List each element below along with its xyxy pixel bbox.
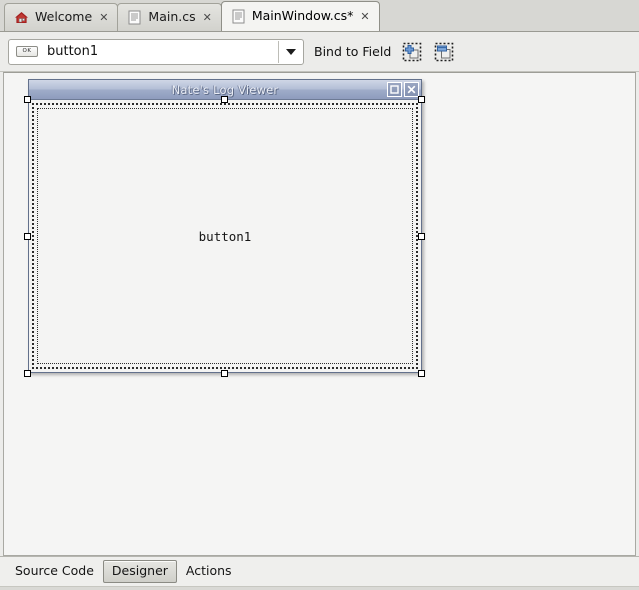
document-tab-strip: Welcome ✕ Main.cs ✕ MainWindow.cs* ✕ bbox=[0, 0, 639, 32]
tab-mainwindow-cs[interactable]: MainWindow.cs* ✕ bbox=[220, 1, 380, 31]
tab-actions[interactable]: Actions bbox=[177, 560, 241, 583]
designer-window: Welcome ✕ Main.cs ✕ MainWindow.cs* ✕ OK … bbox=[0, 0, 639, 590]
form-title: Nate's Log Viewer bbox=[171, 82, 279, 97]
form-preview[interactable]: Nate's Log Viewer button1 bbox=[28, 79, 422, 373]
home-icon bbox=[14, 10, 29, 25]
resize-handle-bottom-right[interactable] bbox=[418, 370, 425, 377]
designer-toolbar: OK button1 Bind to Field bbox=[0, 32, 639, 72]
resize-handle-top-center[interactable] bbox=[221, 96, 228, 103]
resize-handle-top-right[interactable] bbox=[418, 96, 425, 103]
tab-label: MainWindow.cs* bbox=[251, 8, 354, 24]
resize-handle-middle-right[interactable] bbox=[418, 233, 425, 240]
widget-selector-combobox[interactable]: OK button1 bbox=[8, 38, 304, 65]
chevron-down-icon[interactable] bbox=[279, 40, 303, 64]
view-mode-tabs: Source Code Designer Actions bbox=[0, 556, 639, 586]
tab-designer[interactable]: Designer bbox=[102, 560, 177, 583]
resize-handle-bottom-center[interactable] bbox=[221, 370, 228, 377]
window-bottom-edge bbox=[0, 586, 639, 590]
tab-main-cs[interactable]: Main.cs ✕ bbox=[117, 3, 222, 31]
maximize-icon[interactable] bbox=[387, 82, 402, 97]
tab-close-icon[interactable]: ✕ bbox=[98, 12, 109, 23]
document-icon bbox=[231, 9, 246, 24]
add-field-icon[interactable] bbox=[401, 41, 423, 63]
form-titlebar-buttons bbox=[387, 82, 419, 97]
tab-source-code[interactable]: Source Code bbox=[6, 560, 103, 583]
resize-handle-top-left[interactable] bbox=[24, 96, 31, 103]
tab-close-icon[interactable]: ✕ bbox=[202, 12, 213, 23]
resize-handle-middle-left[interactable] bbox=[24, 233, 31, 240]
close-icon[interactable] bbox=[404, 82, 419, 97]
resize-handle-bottom-left[interactable] bbox=[24, 370, 31, 377]
button-widget-icon: OK bbox=[16, 46, 38, 57]
remove-field-icon[interactable] bbox=[433, 41, 455, 63]
selected-form-container[interactable]: Nate's Log Viewer button1 bbox=[22, 79, 428, 379]
tab-welcome[interactable]: Welcome ✕ bbox=[4, 3, 119, 31]
widget-selector-value: button1 bbox=[47, 44, 99, 59]
document-icon bbox=[127, 10, 142, 25]
designer-canvas[interactable]: Nate's Log Viewer button1 bbox=[3, 72, 636, 556]
form-client-area[interactable]: button1 bbox=[32, 103, 418, 369]
button1-widget[interactable]: button1 bbox=[37, 108, 413, 364]
bind-to-field-label: Bind to Field bbox=[314, 44, 392, 59]
tab-close-icon[interactable]: ✕ bbox=[359, 11, 370, 22]
button1-label: button1 bbox=[198, 228, 252, 244]
tab-label: Welcome bbox=[35, 9, 93, 25]
tab-label: Main.cs bbox=[148, 9, 196, 25]
